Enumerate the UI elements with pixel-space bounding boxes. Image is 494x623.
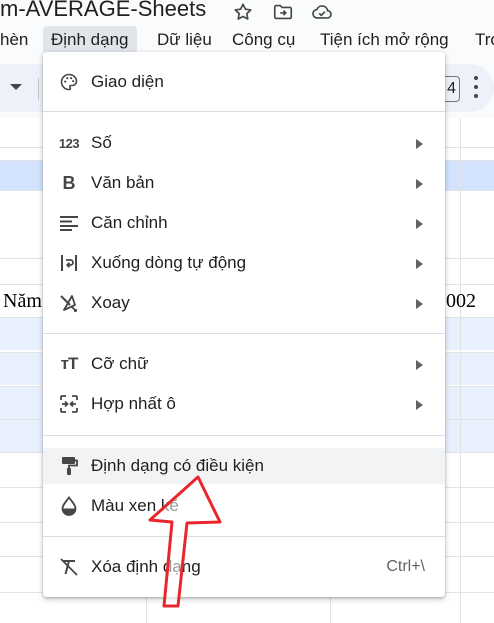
- move-to-folder-icon[interactable]: [272, 1, 294, 23]
- cell-text: 002: [446, 290, 476, 312]
- menu-item-number[interactable]: 123 Số: [43, 125, 445, 161]
- menu-item-merge-cells[interactable]: Hợp nhất ô: [43, 386, 445, 422]
- menu-item-label: Xoay: [91, 293, 130, 312]
- submenu-arrow-icon: [416, 259, 423, 269]
- align-left-icon: [59, 213, 79, 233]
- menu-item-label: Cỡ chữ: [91, 354, 149, 373]
- document-title[interactable]: m-AVERAGE-Sheets: [0, 0, 206, 22]
- cloud-saved-icon[interactable]: [311, 1, 333, 23]
- menu-item-text[interactable]: B Văn bản: [43, 165, 445, 201]
- menu-tools[interactable]: Công cụ: [224, 26, 303, 54]
- menu-item-label: Số: [91, 133, 112, 152]
- clear-format-icon: [59, 557, 79, 577]
- title-bar: m-AVERAGE-Sheets: [0, 0, 494, 24]
- menu-item-label: Xóa định dạng: [91, 557, 201, 576]
- menu-divider: [43, 435, 445, 436]
- caret-down-icon[interactable]: [10, 84, 22, 90]
- menu-divider: [43, 333, 445, 334]
- menu-item-label: Căn chỉnh: [91, 213, 168, 232]
- text-wrap-icon: [59, 253, 79, 273]
- menu-help[interactable]: Trợ: [467, 26, 494, 54]
- cell-text: Năm: [3, 290, 42, 312]
- menu-divider: [43, 111, 445, 112]
- submenu-arrow-icon: [416, 219, 423, 229]
- submenu-arrow-icon: [416, 139, 423, 149]
- menu-item-clear-formatting[interactable]: Xóa định dạng Ctrl+\: [43, 549, 445, 585]
- menu-data[interactable]: Dữ liệu: [149, 26, 220, 54]
- menu-item-alignment[interactable]: Căn chỉnh: [43, 205, 445, 241]
- menu-format[interactable]: Định dạng: [43, 26, 137, 54]
- palette-icon: [59, 72, 79, 92]
- menu-item-label: Giao diện: [91, 72, 164, 91]
- menu-insert[interactable]: hèn: [0, 26, 36, 54]
- bold-b-icon: B: [62, 172, 76, 193]
- star-icon[interactable]: [232, 1, 254, 23]
- menu-extensions[interactable]: Tiện ích mở rộng: [312, 26, 457, 54]
- menu-item-label: Văn bản: [91, 173, 155, 192]
- menu-item-theme[interactable]: Giao diện: [43, 64, 445, 100]
- font-size-icon: тT: [60, 354, 79, 373]
- text-rotation-icon: [59, 293, 79, 313]
- paint-roller-icon: [59, 456, 79, 476]
- menu-item-label: Màu xen kẽ: [91, 496, 179, 515]
- menu-item-rotation[interactable]: Xoay: [43, 285, 445, 321]
- menu-item-conditional-formatting[interactable]: Định dạng có điều kiện: [43, 448, 445, 484]
- submenu-arrow-icon: [416, 400, 423, 410]
- menu-item-label: Hợp nhất ô: [91, 394, 176, 413]
- menu-item-label: Xuống dòng tự động: [91, 253, 247, 272]
- merge-cells-icon: [59, 394, 79, 414]
- color-drop-icon: [59, 496, 79, 516]
- toolbar-separator: [38, 78, 39, 100]
- submenu-arrow-icon: [416, 179, 423, 189]
- shortcut-label: Ctrl+\: [386, 558, 425, 575]
- menu-item-label: Định dạng có điều kiện: [91, 456, 264, 475]
- menu-divider: [43, 536, 445, 537]
- number-123-icon: 123: [58, 135, 80, 151]
- submenu-arrow-icon: [416, 299, 423, 309]
- more-vert-icon[interactable]: [474, 76, 478, 98]
- format-menu-dropdown: Giao diện 123 Số B Văn bản Căn chỉnh Xuố…: [43, 52, 445, 597]
- submenu-arrow-icon: [416, 360, 423, 370]
- menu-item-font-size[interactable]: тT Cỡ chữ: [43, 346, 445, 382]
- menu-item-alternating-colors[interactable]: Màu xen kẽ: [43, 488, 445, 524]
- menu-item-text-wrapping[interactable]: Xuống dòng tự động: [43, 245, 445, 281]
